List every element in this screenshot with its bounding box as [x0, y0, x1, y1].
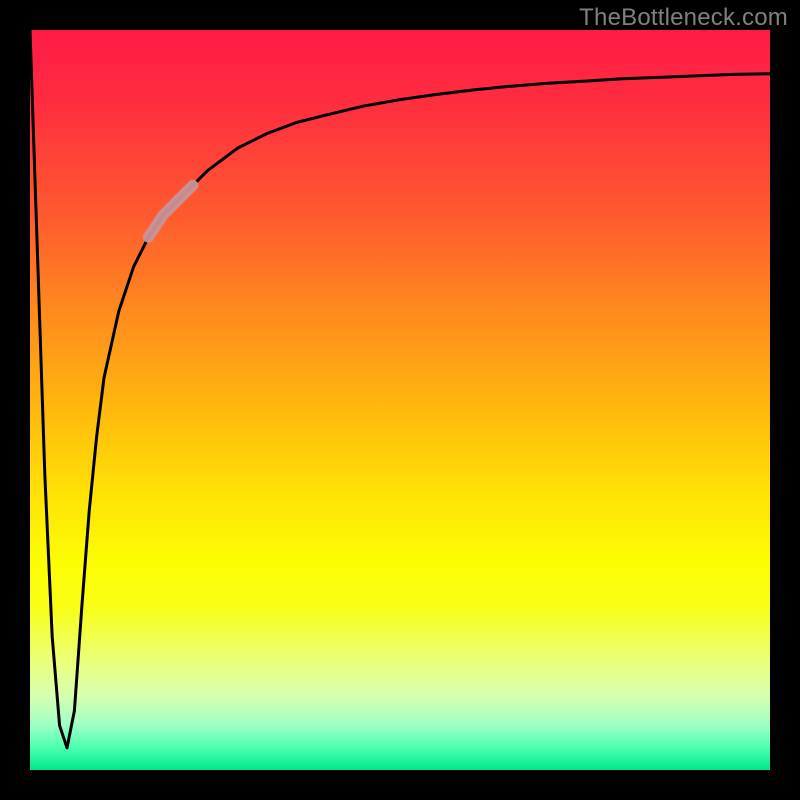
curve-layer	[30, 30, 770, 770]
chart-frame: TheBottleneck.com	[0, 0, 800, 800]
plot-area	[30, 30, 770, 770]
bottleneck-curve	[30, 30, 770, 748]
highlight-marker	[148, 185, 192, 237]
watermark-text: TheBottleneck.com	[579, 4, 788, 32]
